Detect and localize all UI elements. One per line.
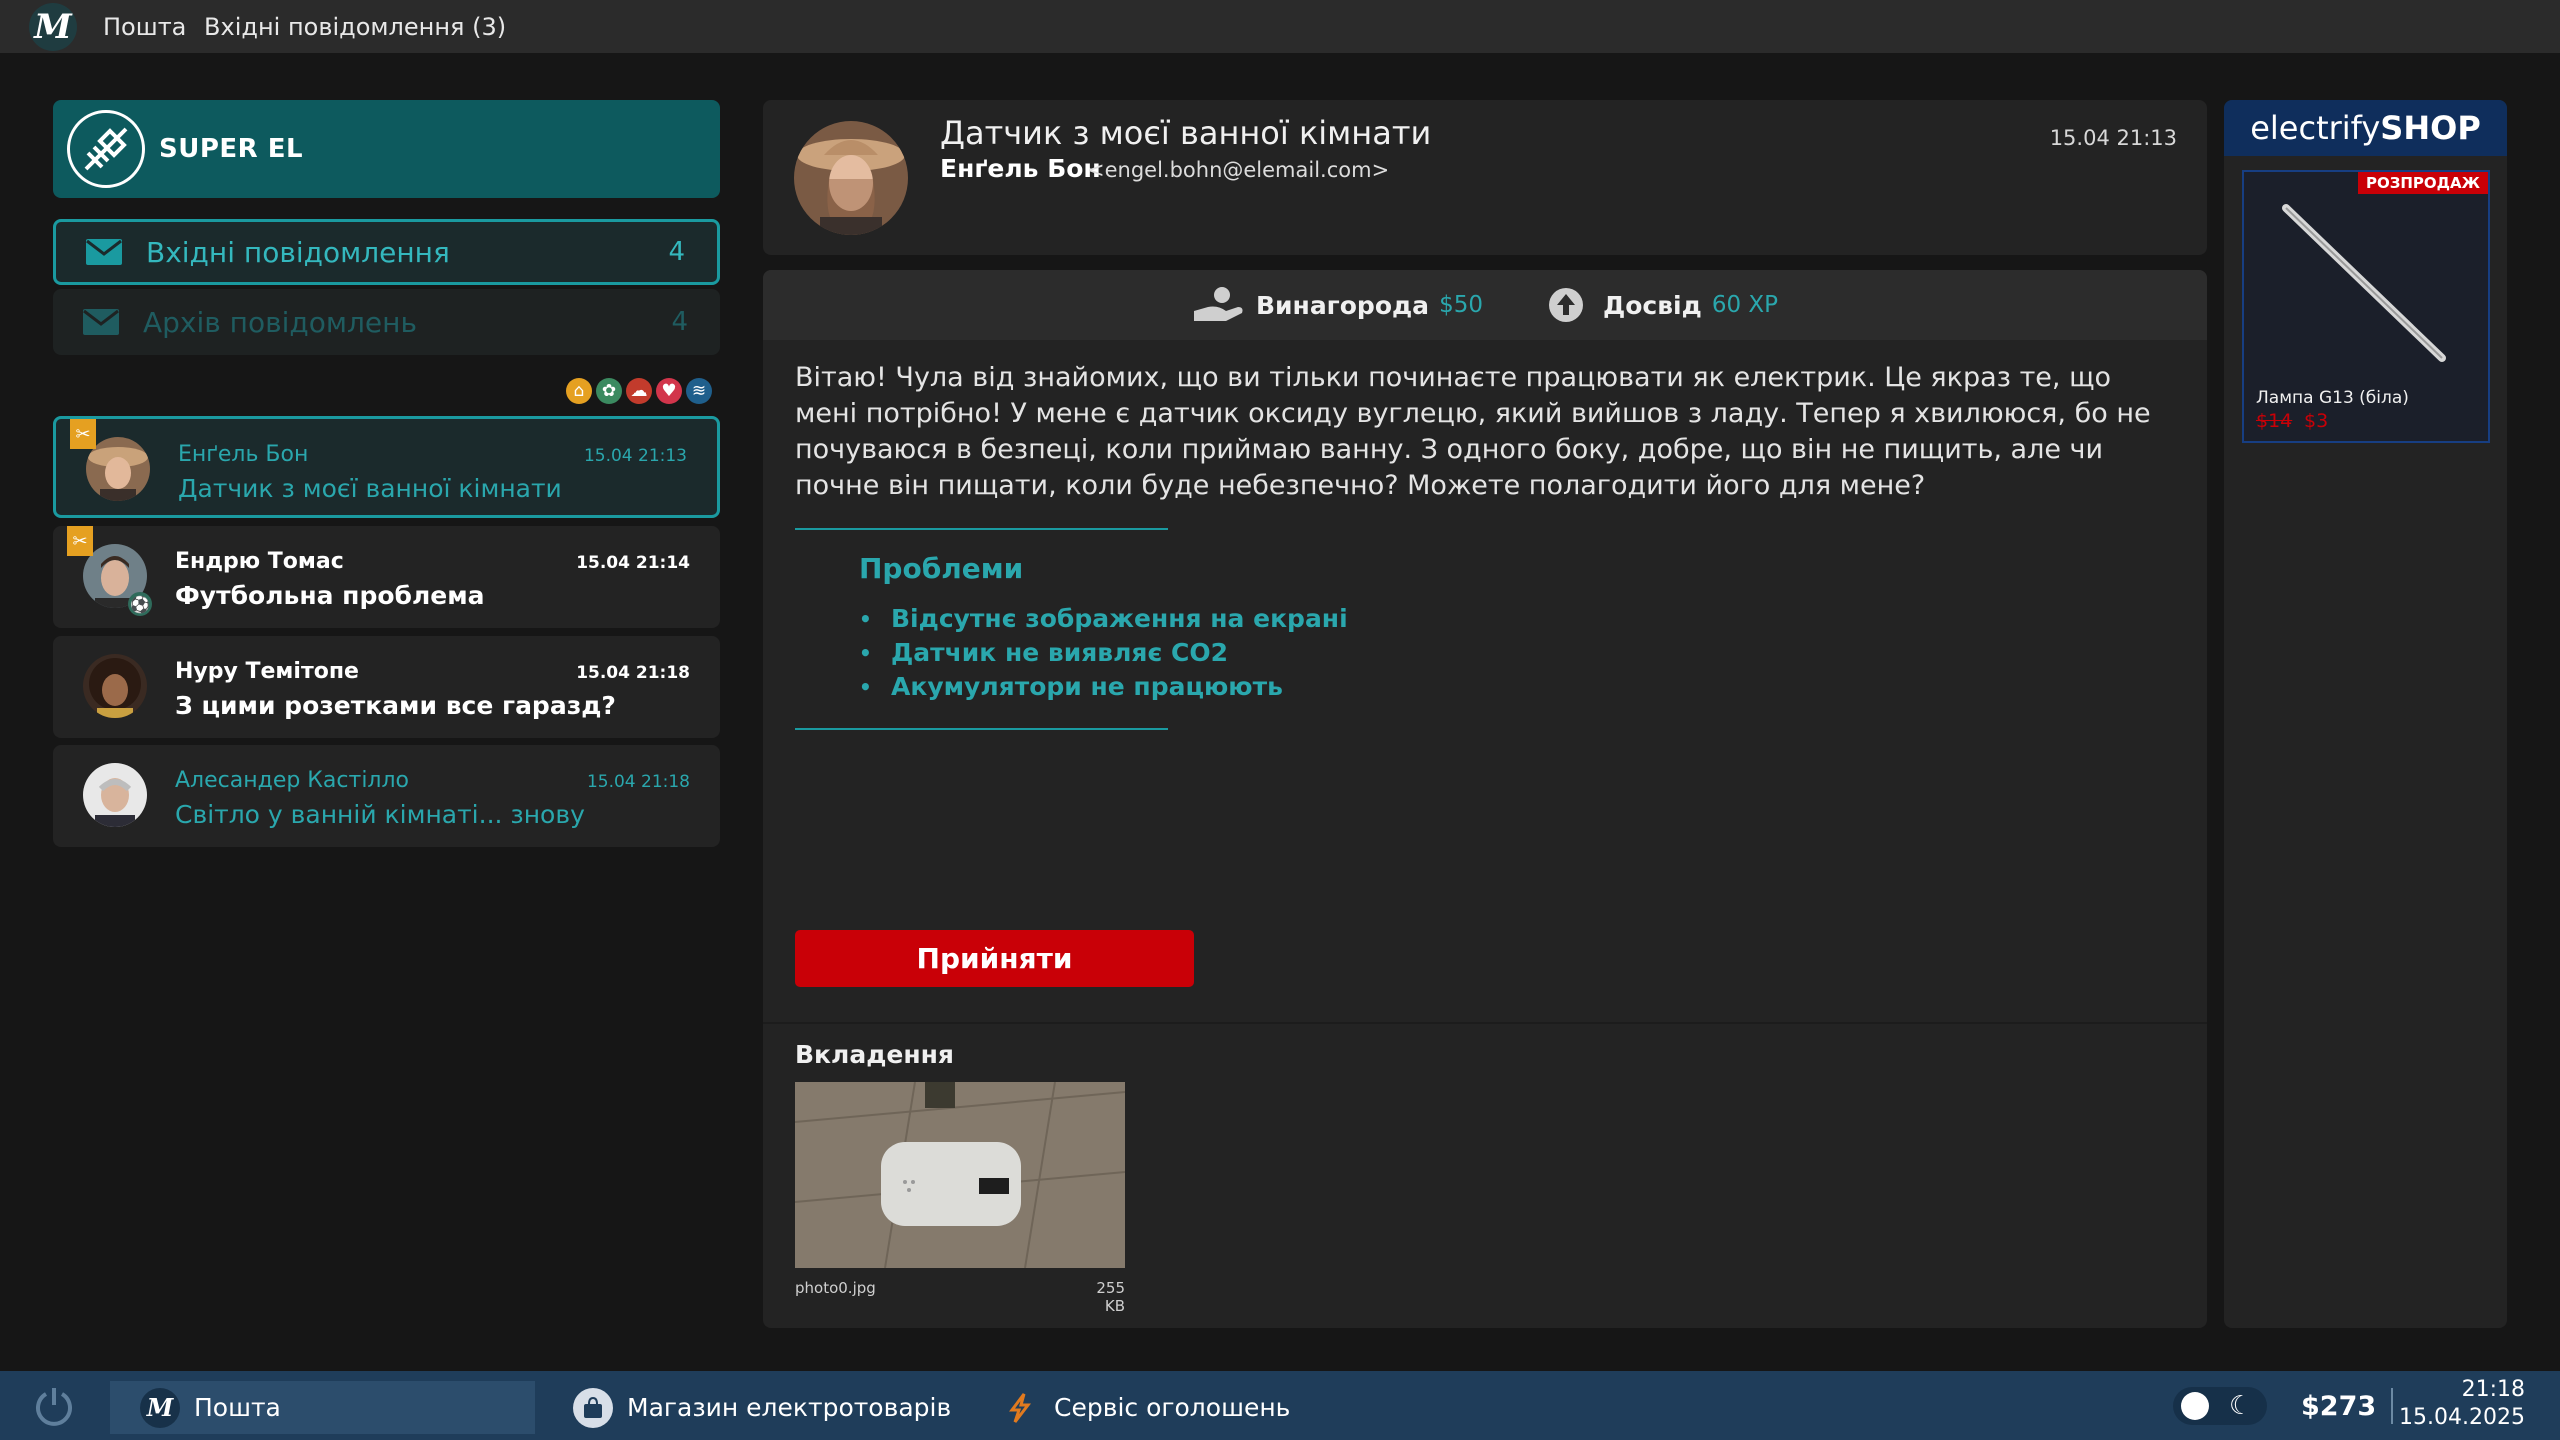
message-subject: Світло у ванній кімнаті... знову xyxy=(175,800,585,829)
message-sender: Ендрю Томас xyxy=(175,549,344,574)
reward-bar: Винагорода $50 Досвід 60 XP xyxy=(763,270,2207,340)
plug-logo-icon xyxy=(67,110,145,188)
lightning-icon xyxy=(1000,1388,1040,1428)
xp-value: 60 XP xyxy=(1711,292,1779,318)
email-subject: Датчик з моєї ванної кімнати xyxy=(940,114,1432,152)
wifi-icon: ≋ xyxy=(686,378,712,404)
taskbar-app-label: Сервіс оголошень xyxy=(1054,1393,1291,1422)
folder-archive-label: Архів повідомлень xyxy=(143,305,417,339)
folder-title: Вхідні повідомлення (3) xyxy=(204,12,507,41)
folder-inbox-label: Вхідні повідомлення xyxy=(146,235,450,269)
email-body: Винагорода $50 Досвід 60 XP Вітаю! Чула … xyxy=(763,270,2207,1328)
theme-toggle[interactable]: ☾ xyxy=(2173,1387,2267,1425)
taskbar-app-shop[interactable]: Магазин електротоварів xyxy=(545,1381,965,1434)
shop-logo[interactable]: electrify SHOP xyxy=(2224,100,2507,156)
problems-title: Проблеми xyxy=(859,552,1024,585)
folder-inbox-count: 4 xyxy=(668,237,685,267)
email-date: 15.04 21:13 xyxy=(2049,126,2177,150)
tools-icon: ✂ xyxy=(70,419,96,449)
product-name: Лампа G13 (біла) xyxy=(2256,388,2409,408)
taskbar: M Пошта Магазин електротоварів Сервіс ог… xyxy=(0,1371,2560,1440)
football-icon: ⚽ xyxy=(128,592,152,616)
message-item[interactable]: ✂ Енґель Бон Датчик з моєї ванної кімнат… xyxy=(53,416,720,518)
shop-brand-bold: SHOP xyxy=(2380,109,2481,147)
attachment-size: 255 KB xyxy=(1096,1279,1125,1315)
folder-inbox[interactable]: Вхідні повідомлення 4 xyxy=(53,219,720,285)
clock-date: 15.04.2025 xyxy=(2399,1405,2525,1430)
email-header: Датчик з моєї ванної кімнати Енґель Бон … xyxy=(763,100,2207,255)
divider xyxy=(795,728,1168,730)
film-icon: ✿ xyxy=(596,378,622,404)
problem-item: Датчик не виявляє CO2 xyxy=(859,636,1348,670)
problem-item: Акумулятори не працюють xyxy=(859,670,1348,704)
app-name: Пошта xyxy=(103,12,187,41)
product-sale-price: $3 xyxy=(2304,410,2329,432)
problem-item: Відсутнє зображення на екрані xyxy=(859,602,1348,636)
taskbar-app-ads[interactable]: Сервіс оголошень xyxy=(970,1381,1395,1434)
attachment-thumbnail[interactable] xyxy=(795,1082,1125,1268)
wallet-balance: $273 xyxy=(2301,1391,2377,1422)
message-item[interactable]: Алесандер Кастілло Світло у ванній кімна… xyxy=(53,745,720,847)
taskbar-app-mail[interactable]: M Пошта xyxy=(110,1381,535,1434)
moon-icon: ☾ xyxy=(2229,1391,2253,1421)
reward-label: Винагорода xyxy=(1255,290,1430,320)
accept-button[interactable]: Прийняти xyxy=(795,930,1194,987)
avatar xyxy=(83,654,147,718)
title-bar: M Пошта Вхідні повідомлення (3) xyxy=(0,0,2560,53)
message-date: 15.04 21:13 xyxy=(583,446,687,466)
envelope-icon xyxy=(83,309,119,335)
email-sender-name: Енґель Бон xyxy=(940,154,1101,183)
shoe-icon: ☁ xyxy=(626,378,652,404)
lamp-tube-image xyxy=(2282,204,2446,362)
shop-bag-icon xyxy=(573,1387,613,1428)
taskbar-divider xyxy=(2391,1388,2393,1424)
message-date: 15.04 21:18 xyxy=(586,772,690,792)
folder-archive-count: 4 xyxy=(671,307,688,337)
mail-app-logo-icon: M xyxy=(29,2,77,51)
reward-value: $50 xyxy=(1439,292,1483,318)
shop-ad-panel: electrify SHOP РОЗПРОДАЖ Лампа G13 (біла)… xyxy=(2224,100,2507,1328)
message-item[interactable]: ✂ ⚽ Ендрю Томас Футбольна проблема 15.04… xyxy=(53,526,720,628)
money-hand-icon xyxy=(1192,285,1246,325)
tools-icon: ✂ xyxy=(67,526,93,556)
divider xyxy=(795,528,1168,530)
message-sender: Енґель Бон xyxy=(178,442,309,467)
email-message-text: Вітаю! Чула від знайомих, що ви тільки п… xyxy=(795,362,2151,501)
attachments-title: Вкладення xyxy=(795,1040,954,1069)
shop-brand-light: electrify xyxy=(2250,109,2381,147)
shop-product-card[interactable]: РОЗПРОДАЖ Лампа G13 (біла) $14 $3 xyxy=(2242,170,2490,443)
sun-icon xyxy=(2181,1392,2209,1420)
sender-avatar xyxy=(794,121,908,235)
status-icons: ⌂ ✿ ☁ ♥ ≋ xyxy=(566,378,712,404)
message-subject: Датчик з моєї ванної кімнати xyxy=(178,474,562,503)
message-date: 15.04 21:18 xyxy=(576,663,690,683)
envelope-icon xyxy=(86,239,122,265)
message-item[interactable]: Нуру Темітопе З цими розетками все гараз… xyxy=(53,636,720,738)
power-icon[interactable] xyxy=(33,1385,75,1427)
company-name: SUPER EL xyxy=(159,134,304,164)
taskbar-app-label: Пошта xyxy=(194,1393,281,1422)
folder-archive[interactable]: Архів повідомлень 4 xyxy=(53,289,720,355)
problems-list: Відсутнє зображення на екрані Датчик не … xyxy=(859,602,1348,704)
divider xyxy=(763,1022,2207,1024)
mail-app-icon: M xyxy=(140,1387,180,1428)
heart-icon: ♥ xyxy=(656,378,682,404)
product-old-price: $14 xyxy=(2256,410,2293,432)
email-sender-address: <engel.bohn@elemail.com> xyxy=(1087,158,1390,182)
company-banner: SUPER EL xyxy=(53,100,720,198)
house-icon: ⌂ xyxy=(566,378,592,404)
message-sender: Алесандер Кастілло xyxy=(175,768,410,793)
message-subject: З цими розетками все гаразд? xyxy=(175,691,616,720)
message-sender: Нуру Темітопе xyxy=(175,659,359,684)
clock-time: 21:18 xyxy=(2461,1377,2525,1402)
avatar xyxy=(83,763,147,827)
message-subject: Футбольна проблема xyxy=(175,581,485,610)
window-title: Пошта Вхідні повідомлення (3) xyxy=(103,13,506,41)
xp-up-icon xyxy=(1539,285,1593,325)
xp-label: Досвід xyxy=(1602,290,1702,320)
attachment-filename: photo0.jpg xyxy=(795,1279,876,1297)
taskbar-app-label: Магазин електротоварів xyxy=(627,1393,952,1422)
message-date: 15.04 21:14 xyxy=(576,553,690,573)
